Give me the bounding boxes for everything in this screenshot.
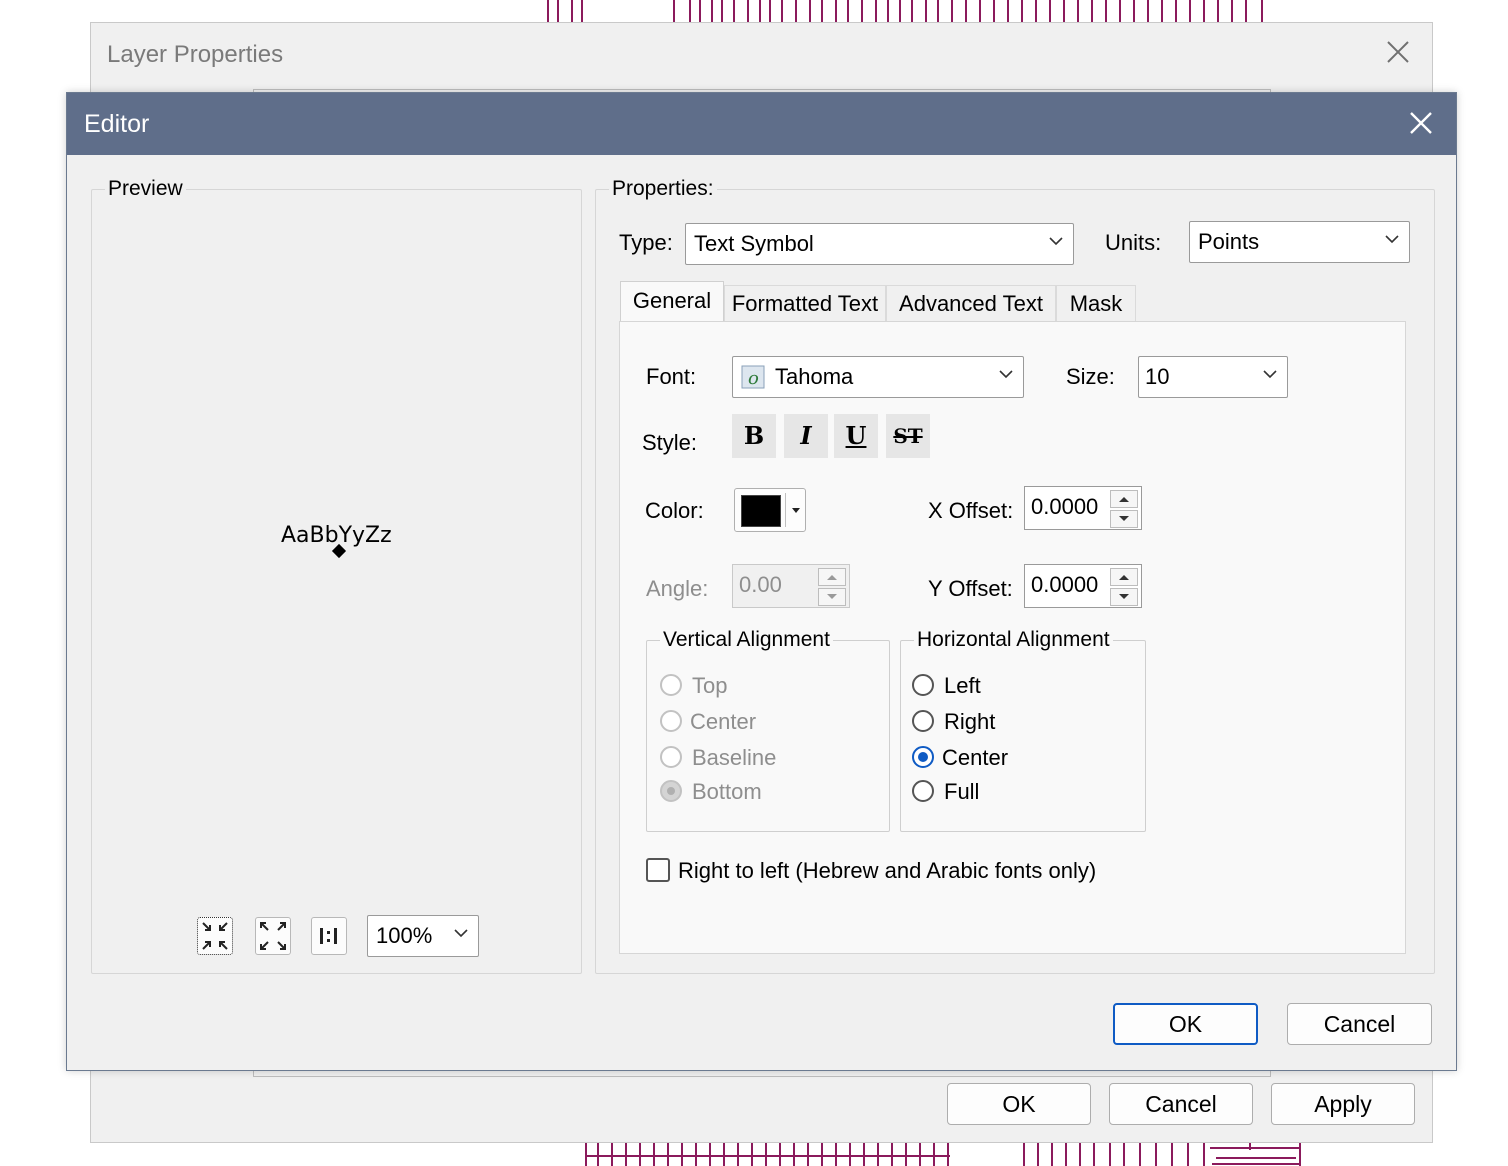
zoom-extent-icon[interactable]: [255, 917, 291, 955]
layer-properties-title: Layer Properties: [107, 41, 284, 68]
angle-value: 0.00: [739, 572, 782, 597]
angle-label: Angle:: [646, 576, 709, 601]
properties-label: Properties:: [609, 177, 717, 201]
right-to-left-checkbox[interactable]: [646, 858, 670, 882]
valign-center-label: Center: [690, 709, 757, 734]
halign-right-radio[interactable]: [912, 710, 934, 732]
halign-full-label: Full: [944, 779, 980, 804]
editor-titlebar: Editor: [67, 93, 1456, 155]
x-offset-value: 0.0000: [1031, 494, 1099, 519]
valign-top-radio[interactable]: [660, 674, 682, 696]
zoom-value: 100%: [376, 923, 433, 948]
horizontal-alignment-group: [900, 640, 1146, 832]
halign-left-radio[interactable]: [912, 674, 934, 696]
right-to-left-label: Right to left (Hebrew and Arabic fonts o…: [678, 858, 1097, 883]
valign-center-radio[interactable]: [660, 710, 682, 732]
type-select[interactable]: Text Symbol: [685, 223, 1074, 265]
y-offset-up-icon[interactable]: [1110, 568, 1138, 586]
zoom-fit-icon[interactable]: [197, 917, 233, 955]
editor-title: Editor: [84, 110, 150, 138]
layer-properties-apply-button[interactable]: Apply: [1271, 1083, 1415, 1125]
preview-group: [91, 189, 582, 974]
valign-baseline-radio[interactable]: [660, 746, 682, 768]
actual-size-icon[interactable]: [311, 917, 347, 955]
italic-button[interactable]: I: [784, 414, 828, 458]
vertical-alignment-label: Vertical Alignment: [660, 628, 833, 652]
preview-sample-text: AaBbYyZz: [281, 523, 392, 548]
chevron-down-icon: [1263, 370, 1277, 379]
horizontal-alignment-label: Horizontal Alignment: [914, 628, 1113, 652]
chevron-down-icon: [1049, 237, 1063, 246]
general-tab-panel: Font: o Tahoma Size: 10 Style: B I U ST …: [619, 321, 1406, 954]
preview-label: Preview: [105, 177, 186, 201]
halign-left-label: Left: [944, 673, 981, 698]
valign-baseline-label: Baseline: [692, 745, 777, 770]
svg-text:o: o: [748, 368, 759, 389]
chevron-down-icon: [454, 929, 468, 938]
color-swatch: [741, 495, 781, 527]
valign-top-label: Top: [692, 673, 728, 698]
tab-advanced-text[interactable]: Advanced Text: [886, 285, 1056, 323]
y-offset-label: Y Offset:: [928, 576, 1013, 601]
y-offset-down-icon[interactable]: [1110, 588, 1138, 606]
layer-properties-ok-button[interactable]: OK: [947, 1083, 1091, 1125]
x-offset-down-icon[interactable]: [1110, 510, 1138, 528]
editor-cancel-button[interactable]: Cancel: [1287, 1003, 1432, 1045]
valign-bottom-radio[interactable]: [660, 780, 682, 802]
chevron-down-icon: [1385, 235, 1399, 244]
type-value: Text Symbol: [694, 231, 814, 256]
layer-properties-cancel-button[interactable]: Cancel: [1109, 1083, 1253, 1125]
editor-dialog: Editor Preview AaBbYyZz 100% Properties:…: [66, 92, 1457, 1071]
units-value: Points: [1198, 229, 1260, 254]
angle-down-icon[interactable]: [818, 588, 846, 606]
units-select[interactable]: Points: [1189, 221, 1410, 263]
size-value: 10: [1145, 364, 1170, 389]
font-select[interactable]: o Tahoma: [732, 356, 1024, 398]
x-offset-label: X Offset:: [928, 498, 1014, 523]
size-label: Size:: [1066, 364, 1115, 389]
halign-full-radio[interactable]: [912, 780, 934, 802]
chevron-down-icon: [999, 370, 1013, 379]
editor-ok-button[interactable]: OK: [1113, 1003, 1258, 1045]
tab-general[interactable]: General: [620, 281, 724, 323]
angle-up-icon[interactable]: [818, 568, 846, 586]
halign-center-radio[interactable]: [912, 746, 934, 768]
font-type-icon: o: [741, 365, 765, 389]
x-offset-spinner[interactable]: 0.0000: [1024, 486, 1142, 530]
color-picker-button[interactable]: [734, 488, 806, 532]
vertical-alignment-group: [646, 640, 890, 832]
units-label: Units:: [1105, 230, 1162, 255]
zoom-select[interactable]: 100%: [367, 915, 479, 957]
x-offset-up-icon[interactable]: [1110, 490, 1138, 508]
font-value: Tahoma: [775, 364, 854, 389]
caret-down-icon: [792, 508, 800, 513]
color-label: Color:: [645, 498, 704, 523]
type-label: Type:: [619, 230, 673, 255]
valign-bottom-label: Bottom: [692, 779, 762, 804]
halign-center-label: Center: [942, 745, 1009, 770]
underline-button[interactable]: U: [834, 414, 878, 458]
halign-right-label: Right: [944, 709, 996, 734]
tab-mask[interactable]: Mask: [1056, 285, 1136, 323]
angle-spinner[interactable]: 0.00: [732, 564, 850, 608]
tab-formatted-text[interactable]: Formatted Text: [724, 285, 886, 323]
y-offset-value: 0.0000: [1031, 572, 1099, 597]
font-label: Font:: [646, 364, 697, 389]
y-offset-spinner[interactable]: 0.0000: [1024, 564, 1142, 608]
layer-properties-close-icon[interactable]: [1383, 37, 1413, 67]
editor-close-icon[interactable]: [1403, 105, 1439, 141]
size-select[interactable]: 10: [1138, 356, 1288, 398]
strikethrough-button[interactable]: ST: [886, 414, 930, 458]
bold-button[interactable]: B: [732, 414, 776, 458]
style-label: Style:: [642, 430, 698, 455]
